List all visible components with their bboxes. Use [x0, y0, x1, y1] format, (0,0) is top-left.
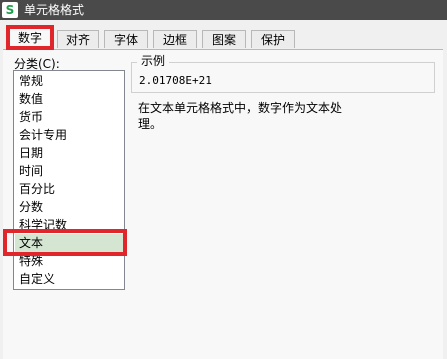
tab-pattern[interactable]: 图案 — [202, 30, 246, 48]
format-cells-dialog: S 单元格格式 数字 对齐 字体 边框 图案 保护 分类(C): 常规 数值 货… — [0, 0, 447, 359]
list-item-fraction[interactable]: 分数 — [19, 198, 43, 216]
tab-strip: 数字 对齐 字体 边框 图案 保护 — [0, 28, 447, 50]
selected-item-highlight-box — [3, 229, 127, 256]
tab-border[interactable]: 边框 — [153, 30, 197, 48]
list-item-accounting[interactable]: 会计专用 — [19, 126, 67, 144]
example-legend: 示例 — [137, 54, 170, 68]
category-list[interactable]: 常规 数值 货币 会计专用 日期 时间 百分比 分数 科学记数 文本 特殊 自定… — [13, 70, 125, 290]
tab-alignment[interactable]: 对齐 — [57, 30, 99, 48]
tab-protection[interactable]: 保护 — [251, 30, 295, 48]
list-item-custom[interactable]: 自定义 — [19, 270, 55, 288]
list-item-general[interactable]: 常规 — [19, 72, 43, 90]
tab-highlight-box — [6, 25, 54, 50]
tab-font[interactable]: 字体 — [104, 30, 148, 48]
description-line-1: 在文本单元格格式中，数字作为文本处 — [138, 101, 343, 115]
description-line-2: 理。 — [138, 117, 163, 131]
format-description: 在文本单元格格式中，数字作为文本处 理。 — [138, 100, 438, 132]
list-item-number[interactable]: 数值 — [19, 90, 43, 108]
list-item-currency[interactable]: 货币 — [19, 108, 43, 126]
list-item-date[interactable]: 日期 — [19, 144, 43, 162]
title-bar[interactable]: S 单元格格式 — [0, 0, 447, 20]
example-value: 2.01708E+21 — [139, 74, 212, 87]
list-item-percentage[interactable]: 百分比 — [19, 180, 55, 198]
app-logo-icon: S — [2, 2, 18, 18]
list-item-time[interactable]: 时间 — [19, 162, 43, 180]
dialog-title: 单元格格式 — [24, 3, 85, 17]
